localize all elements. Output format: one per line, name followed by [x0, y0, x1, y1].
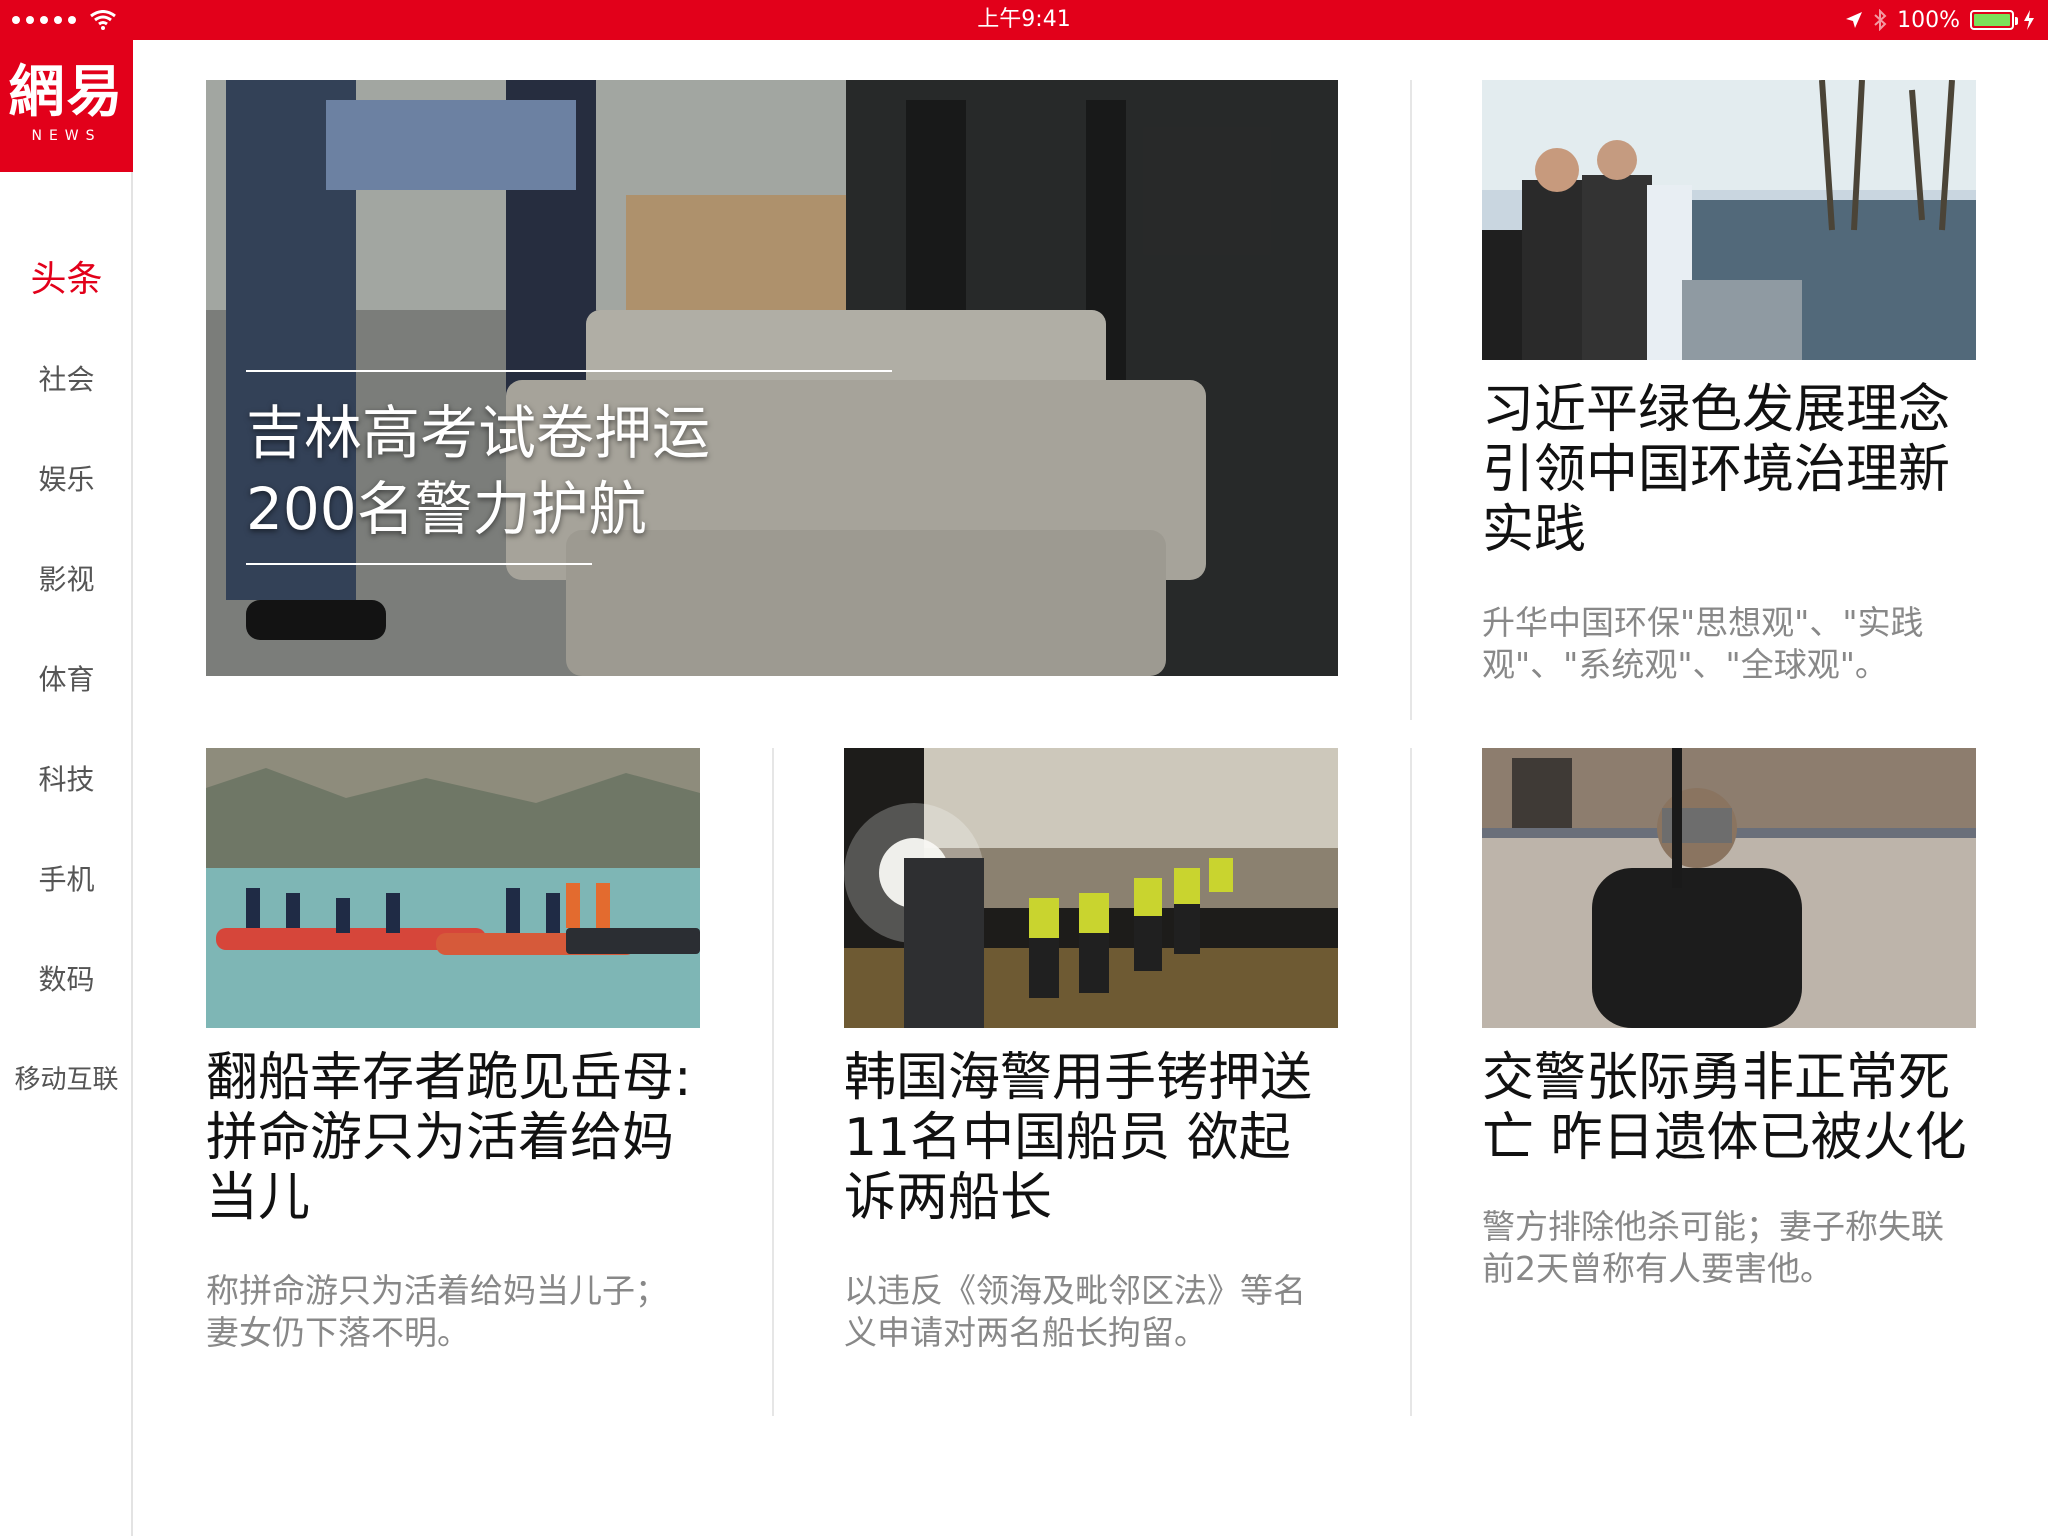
nav-item-entertainment[interactable]: 娱乐 [0, 430, 133, 530]
hero-title: 吉林高考试卷押运 200名警力护航 [246, 395, 710, 547]
nav-item-film-tv[interactable]: 影视 [0, 530, 133, 630]
article-image [1482, 748, 1976, 1028]
hero-title-line1: 吉林高考试卷押运 [246, 399, 711, 467]
battery-level [1974, 14, 2010, 26]
column-divider [1410, 80, 1412, 720]
sidebar: 網易 NEWS 头条 社会 娱乐 影视 体育 科技 手机 数码 移动互联 [0, 40, 133, 1536]
bluetooth-icon [1874, 9, 1887, 31]
article-headline: 习近平绿色发展理念引领中国环境治理新实践 [1482, 380, 1951, 560]
column-divider [772, 748, 774, 1416]
article-image [844, 748, 1338, 1028]
column-divider [1410, 748, 1412, 1416]
status-time: 上午9:41 [977, 7, 1071, 32]
status-right: 100% [1845, 0, 2034, 40]
location-icon [1846, 12, 1863, 28]
logo-sub: NEWS [31, 128, 102, 144]
netease-news-logo[interactable]: 網易 NEWS [0, 40, 133, 172]
channel-nav: 头条 社会 娱乐 影视 体育 科技 手机 数码 移动互联 [0, 230, 133, 1130]
article-summary: 升华中国环保"思想观"、"实践观"、"系统观"、"全球观"。 [1482, 603, 1924, 684]
article-summary: 称拼命游只为活着给妈当儿子；妻女仍下落不明。 [206, 1271, 668, 1352]
article-image [1482, 80, 1976, 360]
article-headline: 交警张际勇非正常死亡 昨日遗体已被火化 [1482, 1048, 1967, 1168]
battery-icon [1970, 10, 2018, 30]
nav-item-society[interactable]: 社会 [0, 330, 133, 430]
hero-title-rule-bottom [246, 563, 592, 565]
hero-title-rule-top [246, 370, 892, 372]
article-summary: 以违反《领海及毗邻区法》等名义申请对两名船长拘留。 [844, 1271, 1306, 1352]
article-headline: 韩国海警用手铐押送11名中国船员 欲起诉两船长 [844, 1048, 1313, 1228]
article-image [206, 748, 700, 1028]
nav-item-headlines[interactable]: 头条 [0, 230, 133, 330]
nav-item-mobile[interactable]: 手机 [0, 830, 133, 930]
nav-item-digital[interactable]: 数码 [0, 930, 133, 1030]
battery-cap [2015, 17, 2018, 25]
status-bar: 上午9:41 100% [0, 0, 2048, 40]
hero-image [206, 80, 1338, 676]
nav-item-sports[interactable]: 体育 [0, 630, 133, 730]
nav-item-tech[interactable]: 科技 [0, 730, 133, 830]
charging-icon [2024, 10, 2034, 30]
nav-item-mobile-internet[interactable]: 移动互联 [0, 1030, 133, 1130]
battery-percent: 100% [1897, 7, 1960, 33]
article-headline: 翻船幸存者跪见岳母:拼命游只为活着给妈当儿 [206, 1048, 692, 1228]
logo-main: 網易 [8, 59, 125, 125]
article-summary: 警方排除他杀可能；妻子称失联前2天曾称有人要害他。 [1482, 1207, 1944, 1288]
hero-title-line2: 200名警力护航 [246, 475, 647, 543]
